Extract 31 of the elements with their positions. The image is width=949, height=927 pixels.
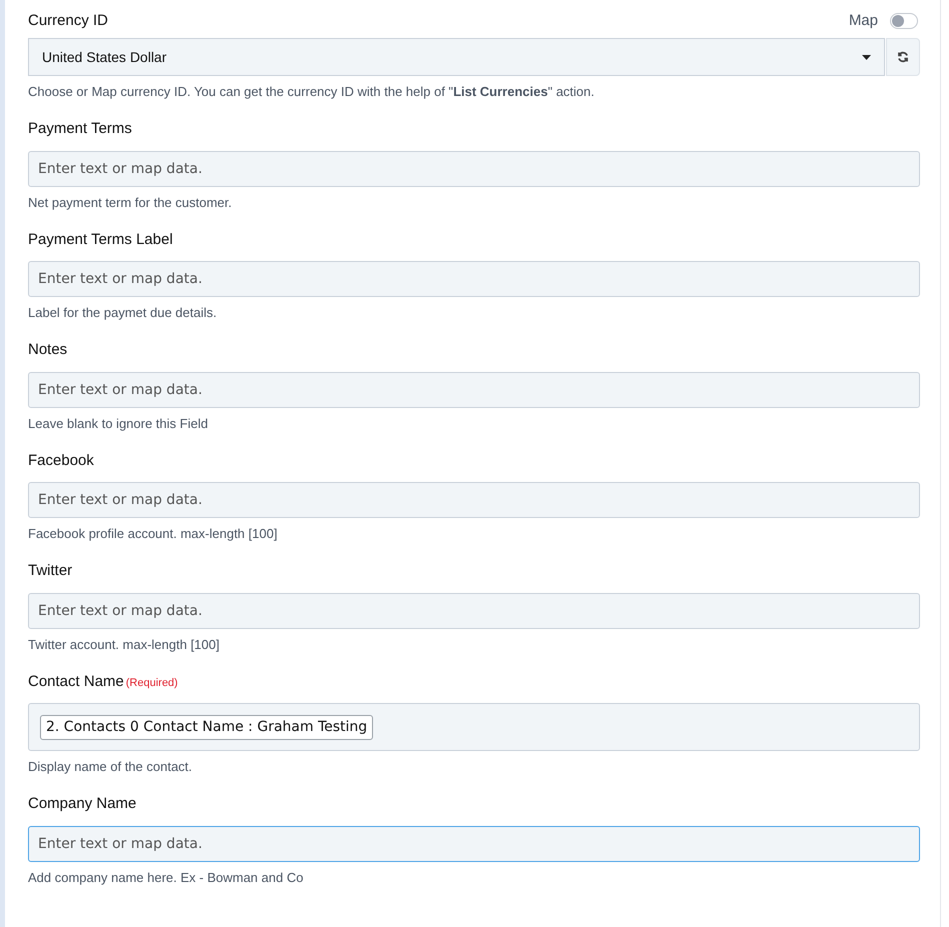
field-label: Payment Terms <box>28 119 132 139</box>
help-text: Add company name here. Ex - Bowman and Co <box>28 868 304 887</box>
help-text: Label for the paymet due details. <box>28 304 218 322</box>
currency-select[interactable]: United States Dollar <box>28 38 885 76</box>
mapped-value-chip[interactable]: 2. Contacts 0 Contact Name : Graham Testing <box>40 714 374 740</box>
help-text: Net payment term for the customer. <box>28 194 233 212</box>
field-label: Payment Terms Label <box>28 230 173 250</box>
field-label: Currency ID <box>28 10 108 30</box>
field-label: Contact Name <box>28 672 124 692</box>
text-field[interactable]: Enter text or map data. <box>28 261 920 297</box>
caret-icon <box>862 54 871 60</box>
help-text: Leave blank to ignore this Field <box>28 414 209 433</box>
field-label: Twitter <box>28 561 72 581</box>
help-text: Display name of the contact. <box>28 758 194 776</box>
help-text: Facebook profile account. max-length [100] <box>28 525 278 543</box>
refresh-button[interactable] <box>886 38 920 76</box>
text-field[interactable]: Enter text or map data. <box>28 150 920 186</box>
help-text: Twitter account. max-length [100] <box>28 636 220 654</box>
mapped-field[interactable]: 2. Contacts 0 Contact Name : Graham Testing <box>28 703 920 751</box>
field-label: Notes <box>28 340 68 360</box>
text-field[interactable]: Enter text or map data. <box>28 482 920 518</box>
text-field[interactable]: Enter text or map data. <box>28 592 920 628</box>
text-field[interactable]: Enter text or map data. <box>28 372 920 408</box>
field-label: Company Name <box>28 794 136 814</box>
map-label: Map <box>848 10 878 30</box>
map-toggle[interactable] <box>890 12 918 29</box>
refresh-icon <box>897 51 909 63</box>
required-note: (Required) <box>126 676 178 690</box>
text-field[interactable]: Enter text or map data. <box>28 826 920 862</box>
help-text: Choose or Map currency ID. You can get the currency ID with the help of "List Currencies" action. <box>28 83 596 101</box>
field-label: Facebook <box>28 450 94 470</box>
